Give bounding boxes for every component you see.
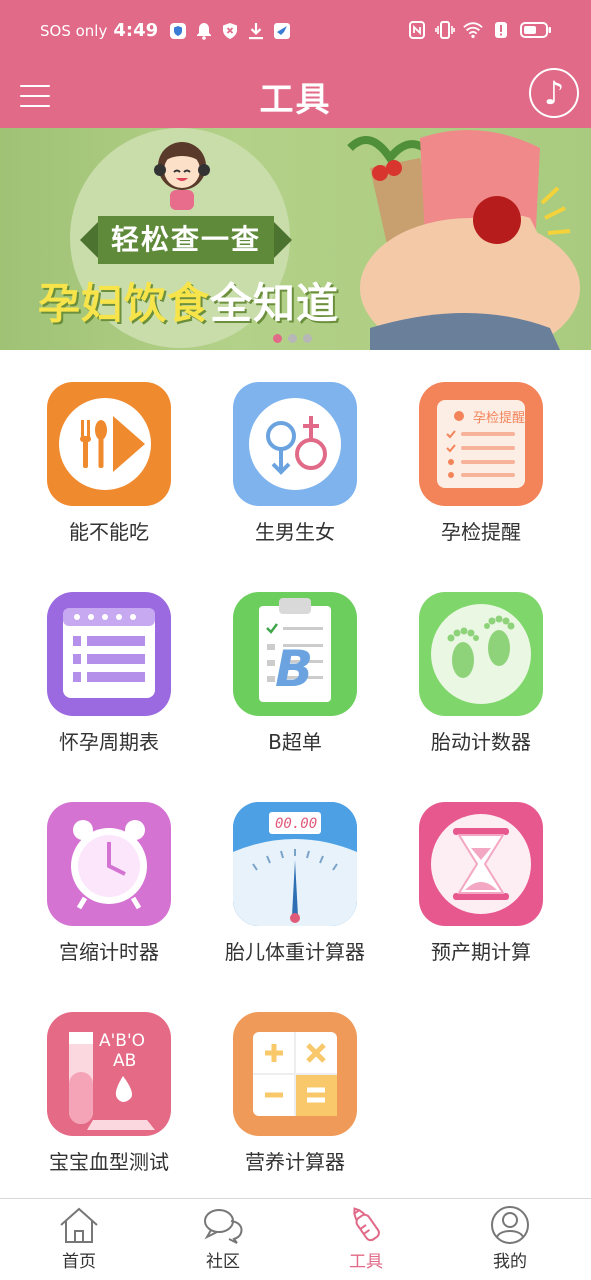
tool-kick-counter[interactable]: 胎动计数器 (372, 560, 558, 754)
blood-type-text-1: A'B'O (99, 1031, 145, 1051)
baby-bottle-icon (353, 1207, 380, 1242)
bell-icon (194, 21, 214, 41)
tool-boy-or-girl[interactable]: 生男生女 (186, 350, 372, 544)
pregnant-woman-image (347, 130, 580, 350)
tools-grid: 能不能吃 生男生女 孕检提醒 孕检提醒 怀孕周期表 B B超单 胎动计数器 宫缩… (0, 350, 591, 1200)
tool-label: 营养计算器 (245, 1150, 345, 1174)
tool-blood-type[interactable]: A'B'O AB 宝宝血型测试 (0, 980, 186, 1174)
status-bar: SOS only 4:49 (0, 0, 591, 64)
tool-label: 胎动计数器 (431, 730, 531, 754)
banner-headline-part2: 全知道 (210, 279, 340, 328)
weight-scale-icon: 00.00 (233, 802, 357, 926)
bird-app-icon (272, 21, 292, 41)
download-icon (246, 21, 266, 41)
checklist-icon-text: 孕检提醒 (473, 410, 525, 426)
calculator-icon (233, 1012, 357, 1136)
nfc-icon (407, 20, 427, 40)
nav-label: 社区 (206, 1252, 240, 1272)
music-note-icon[interactable]: ♪ (529, 68, 579, 118)
cartoon-girl-image (154, 142, 210, 210)
nav-label: 首页 (62, 1252, 96, 1272)
fork-spoon-play-icon (47, 382, 171, 506)
user-icon (491, 1206, 529, 1244)
status-left: SOS only 4:49 (40, 20, 292, 41)
clock: 4:49 (113, 20, 159, 41)
nav-community[interactable]: 社区 (168, 1205, 278, 1275)
tool-fetal-weight[interactable]: 00.00 胎儿体重计算器 (186, 770, 372, 964)
clipboard-b-text: B (275, 640, 313, 698)
tool-can-eat[interactable]: 能不能吃 (0, 350, 186, 544)
wifi-icon (463, 20, 483, 40)
weight-scale-text: 00.00 (275, 816, 317, 832)
carousel-dot[interactable] (303, 334, 312, 343)
tool-contraction-timer[interactable]: 宫缩计时器 (0, 770, 186, 964)
footprints-icon (419, 592, 543, 716)
alarm-clock-icon (47, 802, 171, 926)
home-icon (60, 1207, 98, 1243)
tool-label: 预产期计算 (431, 940, 531, 964)
promo-banner[interactable]: 轻松查一查 孕妇饮食全知道 (0, 128, 591, 350)
carousel-dot[interactable] (288, 334, 297, 343)
nav-tools[interactable]: 工具 (311, 1205, 421, 1275)
nav-home[interactable]: 首页 (24, 1205, 134, 1275)
checklist-icon: 孕检提醒 (419, 382, 543, 506)
nav-label: 工具 (349, 1252, 383, 1272)
blood-type-text-2: AB (113, 1051, 136, 1071)
page-title: 工具 (259, 80, 332, 120)
tool-pregnancy-calendar[interactable]: 怀孕周期表 (0, 560, 186, 754)
hourglass-icon (419, 802, 543, 926)
carrier-text: SOS only (40, 21, 108, 40)
calendar-table-icon (47, 592, 171, 716)
tool-checkup-reminder[interactable]: 孕检提醒 孕检提醒 (372, 350, 558, 544)
tool-nutrition-calculator[interactable]: 营养计算器 (186, 980, 372, 1174)
chat-bubbles-icon (204, 1209, 243, 1244)
nav-me[interactable]: 我的 (455, 1205, 565, 1275)
banner-tag: 轻松查一查 (80, 216, 292, 264)
tool-ultrasound[interactable]: B B超单 (186, 560, 372, 754)
carousel-dot-active[interactable] (273, 334, 282, 343)
tool-label: 孕检提醒 (441, 520, 521, 544)
tool-due-date[interactable]: 预产期计算 (372, 770, 558, 964)
carousel-dots (273, 334, 312, 343)
banner-headline: 孕妇饮食全知道 (38, 270, 339, 331)
blood-test-tube-icon: A'B'O AB (47, 1012, 171, 1136)
banner-headline-part1: 孕妇饮食 (38, 279, 211, 328)
app-bar: 工具 ♪ (0, 64, 591, 128)
nav-label: 我的 (493, 1252, 527, 1272)
blocked-shield-icon (220, 21, 240, 41)
shield-icon (168, 21, 188, 41)
alert-icon (491, 20, 511, 40)
gender-symbols-icon (233, 382, 357, 506)
vibrate-icon (435, 20, 455, 40)
bottom-nav: 首页 社区 工具 我的 (0, 1198, 591, 1280)
battery-icon (519, 20, 553, 40)
status-right (407, 20, 553, 40)
clipboard-b-icon: B (233, 592, 357, 716)
